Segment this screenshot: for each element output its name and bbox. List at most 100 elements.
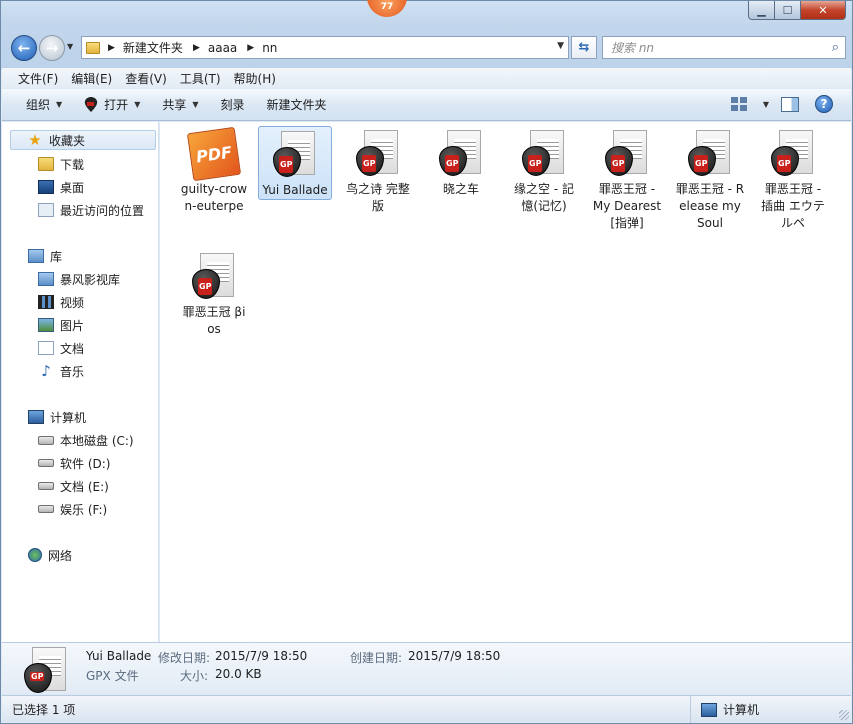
nav-computer[interactable]: 计算机 xyxy=(2,407,159,427)
file-name: 晓之车 xyxy=(442,182,479,196)
nav-drive-c[interactable]: 本地磁盘 (C:) xyxy=(2,430,159,450)
file-list[interactable]: PDF guilty-crown-euterpe Yui Ballade 鸟之诗… xyxy=(160,122,851,642)
recent-pages-dropdown[interactable]: ▼ xyxy=(67,42,73,51)
close-button[interactable]: ✕ xyxy=(801,1,846,20)
nav-drive-f[interactable]: 娱乐 (F:) xyxy=(2,499,159,519)
nav-favorites[interactable]: ★ 收藏夹 xyxy=(10,130,156,150)
file-item[interactable]: 罪恶王冠 - 插曲 エウテルペ xyxy=(756,126,830,232)
chevron-right-icon[interactable]: ▶ xyxy=(108,43,115,53)
menu-tools[interactable]: 工具(T) xyxy=(180,70,221,87)
guitar-pro-file-icon xyxy=(437,130,485,178)
refresh-button[interactable]: ⇆ xyxy=(571,36,597,59)
guitar-pro-file-icon xyxy=(769,130,817,178)
nav-pictures[interactable]: 图片 xyxy=(2,315,159,335)
menu-view[interactable]: 查看(V) xyxy=(125,70,167,87)
notification-badge[interactable]: 77 xyxy=(367,0,407,17)
address-row: ← → ▼ ▶ 新建文件夹 ▶ aaaa ▶ nn ▼ ⇆ ⌕ xyxy=(9,33,846,61)
nav-pictures-label: 图片 xyxy=(60,318,85,333)
nav-storm[interactable]: 暴风影视库 xyxy=(2,269,159,289)
file-item[interactable]: 罪恶王冠 - My Dearest[指弹] xyxy=(590,126,664,232)
search-icon[interactable]: ⌕ xyxy=(832,40,839,55)
minimize-button[interactable]: ▁ xyxy=(748,1,775,20)
file-name: Yui Ballade xyxy=(262,183,328,197)
nav-documents[interactable]: 文档 xyxy=(2,338,159,358)
breadcrumb-1[interactable]: aaaa xyxy=(208,41,237,55)
open-label: 打开 xyxy=(104,98,129,112)
nav-music[interactable]: ♪ 音乐 xyxy=(2,361,159,381)
file-name: 罪恶王冠 - 插曲 エウテルペ xyxy=(761,182,825,230)
search-box[interactable]: ⌕ xyxy=(602,36,846,59)
nav-downloads-label: 下载 xyxy=(60,157,85,172)
status-bar: 已选择 1 项 计算机 xyxy=(2,695,851,723)
search-input[interactable] xyxy=(611,40,811,55)
details-modified-label: 修改日期: xyxy=(158,651,211,665)
pdf-file-icon: PDF xyxy=(186,126,242,182)
forward-button[interactable]: → xyxy=(39,35,65,61)
arrow-right-icon: → xyxy=(45,39,59,57)
hard-drive-icon xyxy=(38,482,54,490)
folder-icon xyxy=(86,41,100,54)
nav-libraries[interactable]: 库 xyxy=(2,246,159,266)
status-selected-count: 已选择 1 项 xyxy=(12,702,76,717)
file-name: 鸟之诗 完整版 xyxy=(346,182,410,213)
organize-button[interactable]: 组织 ▼ xyxy=(26,96,62,113)
file-name: 罪恶王冠 βios xyxy=(182,305,246,336)
nav-network[interactable]: 网络 xyxy=(2,545,159,565)
address-bar[interactable]: ▶ 新建文件夹 ▶ aaaa ▶ nn ▼ xyxy=(81,36,569,59)
nav-downloads[interactable]: 下载 xyxy=(2,154,159,174)
address-dropdown-icon[interactable]: ▼ xyxy=(557,41,564,51)
file-item[interactable]: 晓之车 xyxy=(424,126,498,198)
menu-file[interactable]: 文件(F) xyxy=(18,70,58,87)
hard-drive-icon xyxy=(38,505,54,513)
share-label: 共享 xyxy=(162,98,187,112)
file-item[interactable]: 罪恶王冠 - Release my Soul xyxy=(673,126,747,232)
nav-videos-label: 视频 xyxy=(60,295,85,310)
file-item[interactable]: PDF guilty-crown-euterpe xyxy=(177,126,251,215)
recent-places-icon xyxy=(38,203,54,217)
file-item[interactable]: 缘之空 - 記憶(记忆) xyxy=(507,126,581,215)
burn-button[interactable]: 刻录 xyxy=(221,96,245,113)
breadcrumb-0[interactable]: 新建文件夹 xyxy=(123,39,183,56)
window-controls: ▁ ☐ ✕ xyxy=(748,1,846,20)
guitar-pro-file-icon xyxy=(686,130,734,178)
file-item[interactable]: 罪恶王冠 βios xyxy=(177,249,251,338)
preview-pane-icon[interactable] xyxy=(781,96,799,112)
desktop-icon xyxy=(38,180,54,194)
nav-desktop[interactable]: 桌面 xyxy=(2,177,159,197)
share-button[interactable]: 共享 ▼ xyxy=(162,96,198,113)
help-icon[interactable]: ? xyxy=(815,95,833,113)
file-item[interactable]: 鸟之诗 完整版 xyxy=(341,126,415,215)
nav-computer-label: 计算机 xyxy=(50,410,87,425)
change-view-icon[interactable] xyxy=(730,97,747,111)
new-folder-button[interactable]: 新建文件夹 xyxy=(267,96,327,113)
film-icon xyxy=(38,295,54,309)
file-item-selected[interactable]: Yui Ballade xyxy=(258,126,332,200)
menu-help[interactable]: 帮助(H) xyxy=(234,70,276,87)
nav-drive-e[interactable]: 文档 (E:) xyxy=(2,476,159,496)
nav-drive-d-label: 软件 (D:) xyxy=(60,456,111,471)
nav-music-label: 音乐 xyxy=(60,364,85,379)
back-button[interactable]: ← xyxy=(11,35,37,61)
open-button[interactable]: 打开 ▼ xyxy=(84,96,140,113)
nav-recent[interactable]: 最近访问的位置 xyxy=(2,200,159,220)
chevron-right-icon[interactable]: ▶ xyxy=(247,43,254,53)
chevron-down-icon: ▼ xyxy=(56,100,63,109)
nav-drive-d[interactable]: 软件 (D:) xyxy=(2,453,159,473)
command-bar: 组织 ▼ 打开 ▼ 共享 ▼ 刻录 新建文件夹 ▼ ? xyxy=(2,89,851,121)
view-dropdown-icon[interactable]: ▼ xyxy=(763,100,769,109)
navigation-pane: ★ 收藏夹 下载 桌面 最近访问的位置 库 暴风影视库 视频 图片 文档 ♪ 音… xyxy=(2,122,159,642)
maximize-button[interactable]: ☐ xyxy=(775,1,801,20)
resize-grip[interactable] xyxy=(839,710,849,720)
details-modified-value: 2015/7/9 18:50 xyxy=(215,649,308,663)
file-name: 罪恶王冠 - My Dearest[指弹] xyxy=(592,182,662,230)
breadcrumb-2[interactable]: nn xyxy=(262,41,277,55)
chevron-right-icon[interactable]: ▶ xyxy=(193,43,200,53)
guitar-pro-file-icon xyxy=(190,253,238,301)
guitar-pro-file-icon xyxy=(22,647,70,695)
document-icon xyxy=(38,341,54,355)
menu-edit[interactable]: 编辑(E) xyxy=(71,70,112,87)
nav-videos[interactable]: 视频 xyxy=(2,292,159,312)
nav-libraries-label: 库 xyxy=(50,249,63,264)
guitar-pro-file-icon xyxy=(603,130,651,178)
guitar-pro-file-icon xyxy=(271,131,319,179)
